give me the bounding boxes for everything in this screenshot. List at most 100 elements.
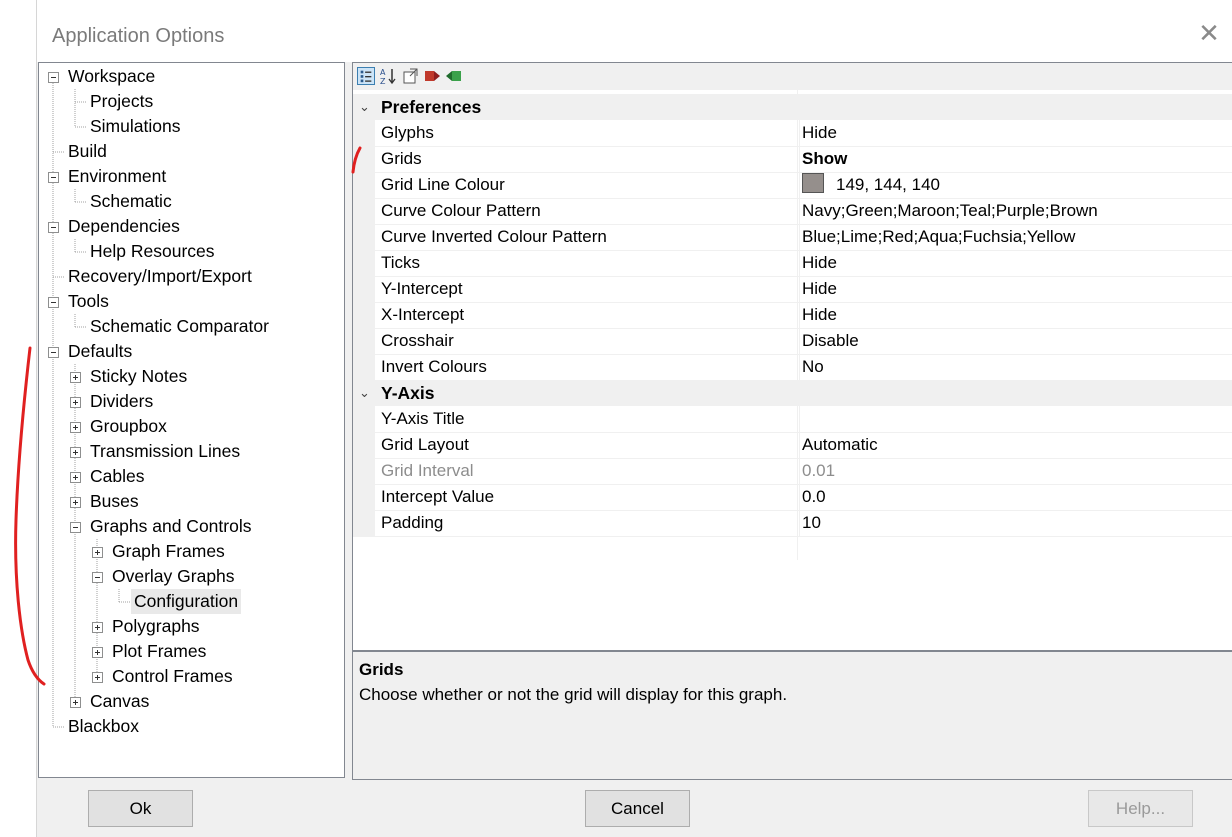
row-margin bbox=[353, 406, 375, 432]
tree-item-label: Recovery/Import/Export bbox=[68, 266, 252, 286]
property-value[interactable]: Blue;Lime;Red;Aqua;Fuchsia;Yellow bbox=[799, 224, 1075, 250]
application-options-dialog: Application Options ✕ Workspace Projects… bbox=[0, 0, 1232, 837]
tree-item-label: Dependencies bbox=[68, 216, 180, 236]
ok-button[interactable]: Ok bbox=[88, 790, 193, 827]
property-value[interactable]: 10 bbox=[799, 510, 821, 536]
tree-item-label: Build bbox=[68, 141, 107, 161]
row-margin bbox=[353, 354, 375, 380]
expand-icon[interactable] bbox=[70, 397, 81, 408]
row-margin bbox=[353, 146, 375, 172]
alphabetical-sort-icon[interactable]: A Z bbox=[379, 67, 397, 85]
property-value-text: Automatic bbox=[802, 435, 878, 454]
title-bar: Application Options ✕ bbox=[37, 0, 1232, 62]
property-grid[interactable]: A Z ⌄ Preferences Glyphs Hide Grids Show Grid … bbox=[352, 62, 1232, 651]
import-icon[interactable] bbox=[423, 67, 441, 85]
category-row[interactable]: ⌄ Preferences bbox=[353, 94, 1232, 120]
tree-item-label: Configuration bbox=[131, 589, 242, 614]
help-button[interactable]: Help... bbox=[1088, 790, 1193, 827]
expand-icon[interactable] bbox=[70, 497, 81, 508]
property-value[interactable]: Navy;Green;Maroon;Teal;Purple;Brown bbox=[799, 198, 1098, 224]
row-margin bbox=[353, 302, 375, 328]
property-value[interactable]: Hide bbox=[799, 302, 837, 328]
tree-item-label: Simulations bbox=[90, 116, 181, 136]
expand-icon[interactable] bbox=[92, 622, 103, 633]
expand-icon[interactable] bbox=[70, 422, 81, 433]
property-value[interactable]: Hide bbox=[799, 276, 837, 302]
expand-icon[interactable] bbox=[70, 472, 81, 483]
property-row[interactable]: X-Intercept Hide bbox=[353, 302, 1232, 329]
tree-item-label: Workspace bbox=[68, 66, 156, 86]
expand-icon[interactable] bbox=[70, 697, 81, 708]
property-name: Intercept Value bbox=[381, 487, 495, 506]
tree-item-label: Buses bbox=[90, 491, 139, 511]
property-value-text: Hide bbox=[802, 253, 837, 272]
collapse-icon[interactable] bbox=[48, 172, 59, 183]
export-icon[interactable] bbox=[445, 67, 463, 85]
expand-icon[interactable] bbox=[92, 672, 103, 683]
close-icon[interactable]: ✕ bbox=[1196, 20, 1222, 46]
tree-item-label: Polygraphs bbox=[112, 616, 200, 636]
property-value[interactable]: Hide bbox=[799, 250, 837, 276]
collapse-icon[interactable] bbox=[48, 297, 59, 308]
property-name: Padding bbox=[381, 513, 444, 532]
collapse-icon[interactable] bbox=[70, 522, 81, 533]
options-tree[interactable]: Workspace Projects Simulations Build Environ… bbox=[38, 62, 345, 778]
property-row[interactable]: Curve Colour Pattern Navy;Green;Maroon;Te… bbox=[353, 198, 1232, 225]
property-row[interactable]: Invert Colours No bbox=[353, 354, 1232, 381]
property-row[interactable]: Grids Show bbox=[353, 146, 1232, 173]
row-margin bbox=[353, 172, 375, 198]
tree-item-label: Blackbox bbox=[68, 716, 140, 736]
property-value[interactable]: Show bbox=[799, 146, 847, 172]
property-row[interactable]: Grid Interval 0.01 bbox=[353, 458, 1232, 485]
category-row[interactable]: ⌄ Y-Axis bbox=[353, 380, 1232, 406]
property-value[interactable]: 0.01 bbox=[799, 458, 835, 484]
chevron-down-icon[interactable]: ⌄ bbox=[359, 380, 370, 406]
tree-item-label: Plot Frames bbox=[112, 641, 207, 661]
tree-item-label: Graph Frames bbox=[112, 541, 225, 561]
property-row[interactable]: Glyphs Hide bbox=[353, 120, 1232, 147]
property-name: Ticks bbox=[381, 253, 421, 272]
collapse-icon[interactable] bbox=[48, 72, 59, 83]
tree-item-label: Cables bbox=[90, 466, 145, 486]
property-row[interactable]: Padding 10 bbox=[353, 510, 1232, 537]
property-value[interactable]: No bbox=[799, 354, 824, 380]
expand-icon[interactable] bbox=[70, 372, 81, 383]
property-value[interactable]: Automatic bbox=[799, 432, 878, 458]
property-name: Grid Interval bbox=[381, 461, 474, 480]
property-row[interactable]: Intercept Value 0.0 bbox=[353, 484, 1232, 511]
tree-item-label: Canvas bbox=[90, 691, 150, 711]
property-value-text: Disable bbox=[802, 331, 859, 350]
property-pages-icon[interactable] bbox=[401, 67, 419, 85]
tree-item-label: Graphs and Controls bbox=[90, 516, 252, 536]
chevron-down-icon[interactable]: ⌄ bbox=[359, 94, 370, 120]
property-value[interactable]: 149, 144, 140 bbox=[799, 172, 940, 198]
cancel-button[interactable]: Cancel bbox=[585, 790, 690, 827]
tree-item-label: Control Frames bbox=[112, 666, 233, 686]
tree-item-label: Tools bbox=[68, 291, 109, 311]
property-row[interactable]: Y-Intercept Hide bbox=[353, 276, 1232, 303]
expand-icon[interactable] bbox=[92, 547, 103, 558]
property-row[interactable]: Grid Layout Automatic bbox=[353, 432, 1232, 459]
expand-icon[interactable] bbox=[92, 647, 103, 658]
property-value[interactable]: Disable bbox=[799, 328, 859, 354]
property-value-text: Blue;Lime;Red;Aqua;Fuchsia;Yellow bbox=[802, 227, 1076, 246]
categorized-view-icon[interactable] bbox=[357, 67, 375, 85]
row-margin bbox=[353, 328, 375, 354]
collapse-icon[interactable] bbox=[92, 572, 103, 583]
collapse-icon[interactable] bbox=[48, 347, 59, 358]
window-title: Application Options bbox=[52, 25, 225, 47]
property-value-text: Show bbox=[802, 149, 848, 168]
property-row[interactable]: Ticks Hide bbox=[353, 250, 1232, 277]
property-row[interactable]: Crosshair Disable bbox=[353, 328, 1232, 355]
property-value-text: Hide bbox=[802, 123, 837, 142]
expand-icon[interactable] bbox=[70, 447, 81, 458]
property-value[interactable]: 0.0 bbox=[799, 484, 826, 510]
property-value[interactable]: Hide bbox=[799, 120, 837, 146]
property-row[interactable]: Grid Line Colour 149, 144, 140 bbox=[353, 172, 1232, 199]
collapse-icon[interactable] bbox=[48, 222, 59, 233]
property-value[interactable] bbox=[799, 406, 802, 432]
row-margin bbox=[353, 484, 375, 510]
property-row[interactable]: Y-Axis Title bbox=[353, 406, 1232, 433]
tree-item-label: Schematic bbox=[90, 191, 172, 211]
property-row[interactable]: Curve Inverted Colour Pattern Blue;Lime;R… bbox=[353, 224, 1232, 251]
